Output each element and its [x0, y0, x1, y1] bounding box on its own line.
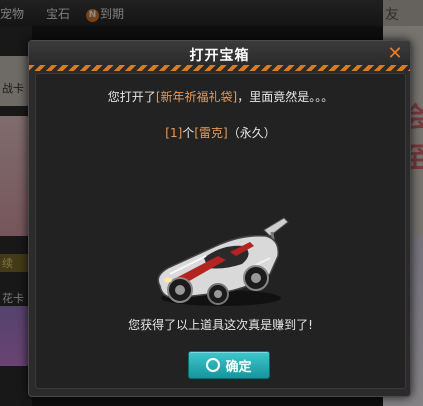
box-name: [新年祈福礼袋]: [155, 90, 238, 104]
dialog-title: 打开宝箱: [189, 48, 250, 64]
dialog-header: 打开宝箱 ✕: [29, 41, 410, 71]
race-car-icon: [146, 212, 296, 312]
item-duration: （永久）: [227, 126, 276, 140]
open-suffix: ，里面竟然是。。。: [237, 90, 334, 104]
close-icon: ✕: [387, 43, 403, 64]
confirm-button[interactable]: 确定: [188, 351, 270, 379]
ok-circle-icon: [206, 358, 221, 372]
item-name: [雷克]: [194, 126, 228, 140]
open-prefix: 您打开了: [107, 90, 156, 104]
open-message: 您打开了[新年祈福礼袋]，里面竟然是。。。: [36, 88, 405, 105]
close-button[interactable]: ✕: [384, 44, 406, 64]
item-count: [1]: [165, 126, 183, 140]
footer-message: 您获得了以上道具这次真是赚到了!: [128, 318, 313, 332]
confirm-label: 确定: [225, 359, 252, 375]
item-line: [1]个[雷克]（永久）: [36, 124, 405, 141]
item-count-unit: 个: [182, 126, 195, 140]
header-hazard-stripes: [29, 65, 410, 71]
dialog-body: 您打开了[新年祈福礼袋]，里面竟然是。。。 [1]个[雷克]（永久） 您获得了以…: [35, 73, 406, 389]
open-chest-dialog: 打开宝箱 ✕ 您打开了[新年祈福礼袋]，里面竟然是。。。 [1]个[雷克]（永久…: [28, 40, 411, 397]
